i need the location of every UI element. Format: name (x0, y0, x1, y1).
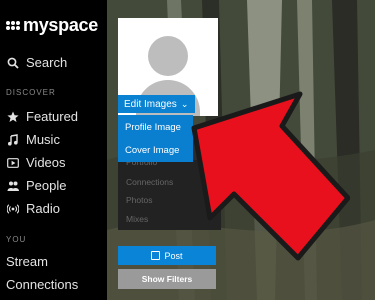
music-note-icon (7, 133, 19, 146)
sidebar: myspace Search DISCOVER Featured Music V… (0, 0, 107, 300)
menu-item-cover-image[interactable]: Cover Image (125, 145, 179, 156)
menu-item-profile-image[interactable]: Profile Image (125, 122, 181, 133)
sidebar-item-featured[interactable]: Featured (7, 109, 78, 124)
sidebar-item-connections[interactable]: Connections (6, 277, 78, 292)
sidebar-item-label: Radio (26, 201, 60, 216)
red-arrow-annotation (191, 91, 350, 261)
sidebar-item-label: Videos (26, 155, 66, 170)
image-icon (151, 251, 161, 260)
section-heading-discover: DISCOVER (6, 88, 56, 97)
search-icon (7, 57, 19, 69)
avatar-head-shape (148, 36, 188, 76)
play-icon (7, 157, 19, 169)
section-heading-you: YOU (6, 235, 27, 244)
sidebar-item-people[interactable]: People (7, 178, 66, 193)
star-icon (7, 111, 19, 123)
myspace-logo[interactable]: myspace (6, 15, 98, 36)
link-connections[interactable]: Connections (126, 177, 173, 187)
people-icon (7, 180, 19, 192)
sidebar-item-stream[interactable]: Stream (6, 254, 48, 269)
sidebar-item-label: Search (26, 55, 68, 70)
sidebar-item-radio[interactable]: Radio (7, 201, 60, 216)
sidebar-item-videos[interactable]: Videos (7, 155, 66, 170)
sidebar-item-label: Connections (6, 277, 79, 292)
radio-icon (7, 203, 19, 215)
edit-images-label: Edit Images (124, 98, 177, 110)
sidebar-item-label: Featured (26, 109, 79, 124)
sidebar-item-label: People (26, 178, 67, 193)
sidebar-item-search[interactable]: Search (7, 55, 67, 70)
sidebar-item-label: Stream (6, 254, 48, 269)
sidebar-item-label: Music (26, 132, 60, 147)
logo-text: myspace (23, 15, 98, 35)
logo-dots-icon (6, 21, 20, 30)
link-photos[interactable]: Photos (126, 195, 152, 205)
link-mixes[interactable]: Mixes (126, 214, 148, 224)
sidebar-item-music[interactable]: Music (7, 132, 60, 147)
